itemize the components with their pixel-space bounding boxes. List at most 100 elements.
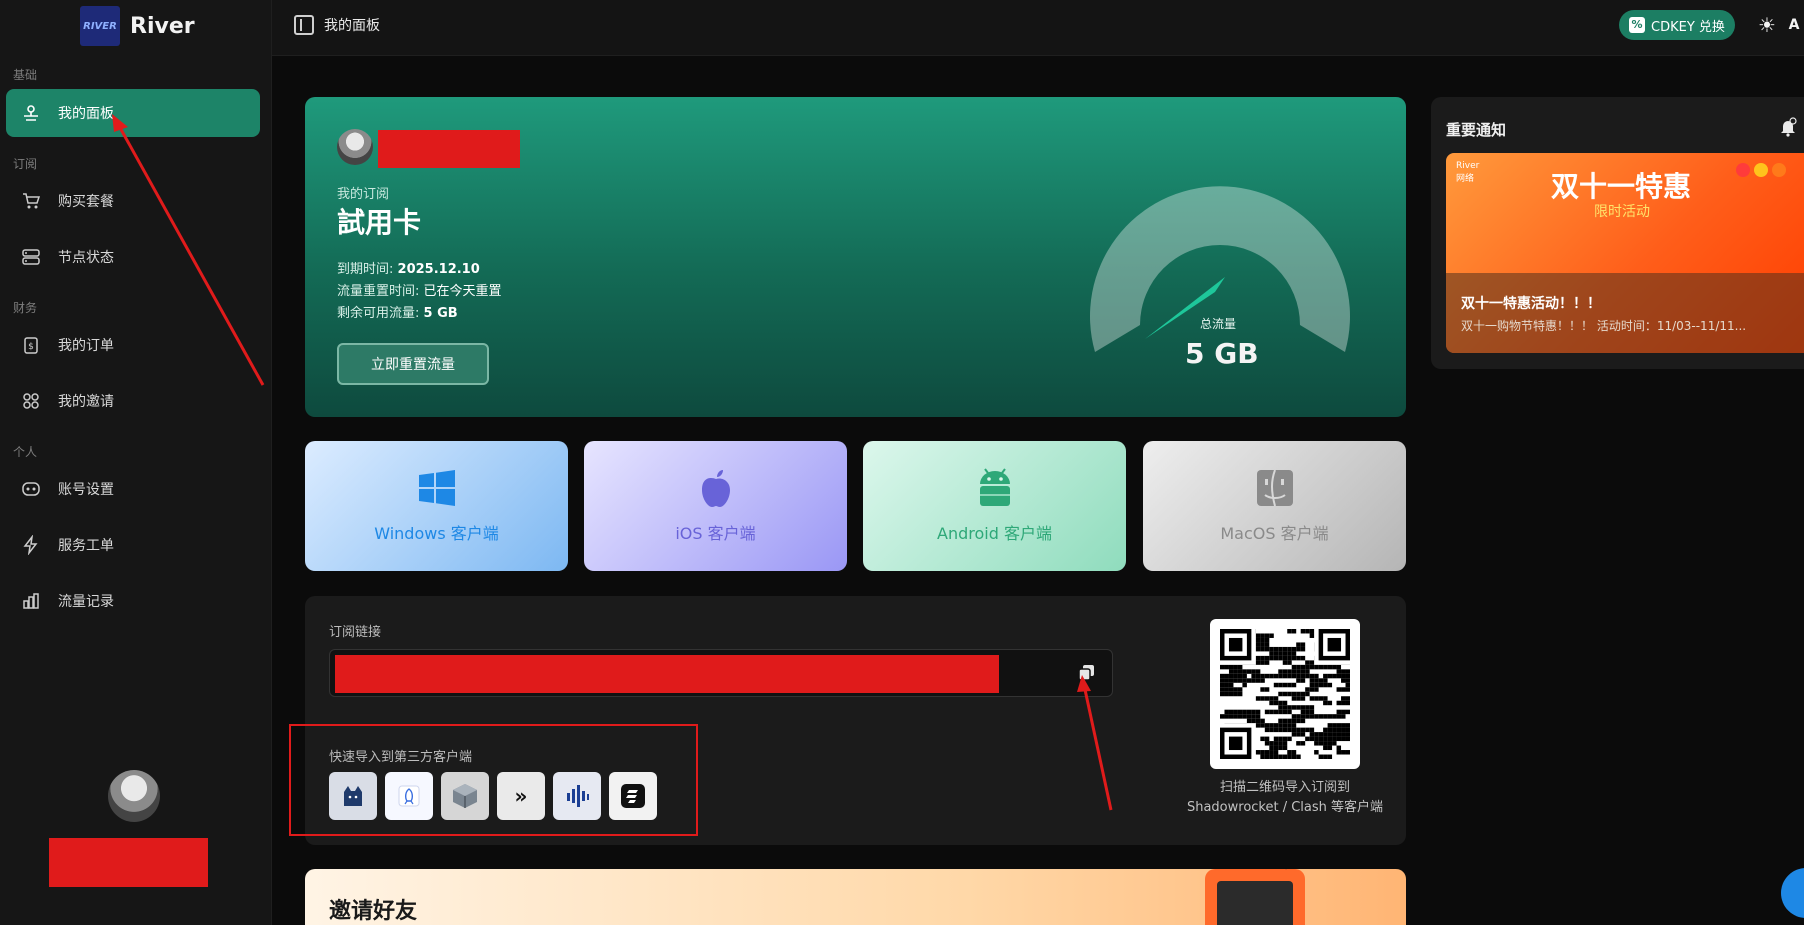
page-title: 我的面板 [324, 18, 380, 34]
sidebar-item-dashboard[interactable]: 我的面板 [6, 89, 260, 137]
account-icon [20, 478, 42, 500]
nav-group-subscription: 订阅 [13, 157, 38, 171]
client-label: iOS 客户端 [675, 524, 756, 543]
quick-import-highlight-box [289, 724, 698, 836]
dashboard-icon [20, 102, 42, 124]
sidebar-item-label: 账号设置 [58, 482, 114, 498]
sidebar-item-node-status[interactable]: 节点状态 [6, 233, 260, 281]
notice-headline: 双十一特惠活动！！！ [1461, 296, 1601, 312]
finder-icon [1255, 468, 1295, 508]
redacted-link [335, 655, 999, 693]
computer-illustration-icon [1205, 869, 1305, 925]
sidebar-item-label: 购买套餐 [58, 194, 114, 210]
server-icon [20, 246, 42, 268]
notice-title: 重要通知 [1446, 121, 1507, 139]
svg-text:$: $ [28, 342, 34, 352]
notice-panel: 重要通知 River 网络 双十一特惠 限时活动 双十一特惠活动！！！ 双十一购… [1431, 97, 1804, 369]
brand-logo: RIVER [80, 6, 120, 46]
sidebar-item-label: 服务工单 [58, 538, 114, 554]
windows-client-button[interactable]: Windows 客户端 [305, 441, 568, 571]
reset-info: 流量重置时间: 已在今天重置 [337, 280, 502, 299]
invite-icon [20, 390, 42, 412]
sidebar: RIVER River 基础 我的面板 订阅 购买套餐 节点状态 财务 $ 我的… [0, 0, 272, 925]
sidebar-item-label: 节点状态 [58, 250, 114, 266]
client-label: Android 客户端 [937, 524, 1052, 543]
nav-group-finance: 财务 [13, 301, 38, 315]
cart-icon [20, 190, 42, 212]
remain-value: 5 GB [423, 306, 458, 321]
banner-brand: River 网络 [1456, 161, 1479, 184]
traffic-gauge [1090, 186, 1350, 352]
chart-icon [20, 590, 42, 612]
sidebar-item-label: 我的面板 [58, 106, 114, 122]
order-icon: $ [20, 334, 42, 356]
reset-value: 已在今天重置 [423, 284, 502, 299]
ticket-icon: % [1629, 17, 1645, 33]
language-icon[interactable]: A [1782, 13, 1804, 37]
sidebar-item-label: 流量记录 [58, 594, 114, 610]
bell-icon[interactable] [1778, 117, 1800, 139]
copy-icon[interactable] [1078, 664, 1096, 682]
banner-brand-name: River [1456, 161, 1480, 171]
dot-icon [1772, 163, 1786, 177]
remain-info: 剩余可用流量: 5 GB [337, 302, 458, 321]
qr-caption-line1: 扫描二维码导入订阅到 [1219, 780, 1350, 795]
expire-info: 到期时间: 2025.12.10 [337, 258, 480, 277]
redacted-username [49, 838, 208, 887]
reset-traffic-button[interactable]: 立即重置流量 [337, 343, 489, 385]
brand[interactable]: RIVER River [80, 4, 195, 48]
macos-client-button[interactable]: MacOS 客户端 [1143, 441, 1406, 571]
notice-text: 双十一购物节特惠！！！ 活动时间：11/03--11/11... [1461, 319, 1747, 333]
avatar [337, 129, 373, 165]
link-label: 订阅链接 [329, 625, 382, 640]
promo-banner[interactable]: River 网络 双十一特惠 限时活动 双十一特惠活动！！！ 双十一购物节特惠！… [1446, 153, 1804, 353]
banner-main-text: 双十一特惠 [1551, 170, 1692, 203]
sidebar-item-buy-plan[interactable]: 购买套餐 [6, 177, 260, 225]
sidebar-item-account-settings[interactable]: 账号设置 [6, 465, 260, 513]
android-client-button[interactable]: Android 客户端 [863, 441, 1126, 571]
ios-client-button[interactable]: iOS 客户端 [584, 441, 847, 571]
sidebar-item-label: 我的邀请 [58, 394, 114, 410]
bolt-icon [20, 534, 42, 556]
qr-caption-line2: Shadowrocket / Clash 等客户端 [1186, 800, 1384, 815]
cdkey-label: CDKEY 兑换 [1651, 19, 1725, 35]
nav-group-basic: 基础 [13, 68, 38, 82]
expire-value: 2025.12.10 [397, 262, 480, 277]
redacted-username [378, 130, 520, 168]
plan-name: 試用卡 [337, 206, 422, 239]
windows-icon [417, 468, 457, 508]
banner-overlay: 双十一特惠活动！！！ 双十一购物节特惠！！！ 活动时间：11/03--11/11… [1446, 273, 1804, 353]
banner-dots [1736, 163, 1786, 177]
reset-label: 流量重置时间: [337, 284, 420, 299]
client-label: Windows 客户端 [374, 524, 499, 543]
banner-sub-text: 限时活动 [1594, 204, 1650, 220]
sidebar-item-tickets[interactable]: 服务工单 [6, 521, 260, 569]
brand-name: River [130, 13, 195, 39]
sidebar-item-traffic-log[interactable]: 流量记录 [6, 577, 260, 625]
sidebar-item-label: 我的订单 [58, 338, 114, 354]
subscription-qr-code [1210, 619, 1360, 769]
banner-brand-sub: 网络 [1456, 174, 1475, 184]
app-root: RIVER River 基础 我的面板 订阅 购买套餐 节点状态 财务 $ 我的… [0, 0, 1804, 925]
invite-title: 邀请好友 [329, 899, 418, 924]
expire-label: 到期时间: [337, 262, 394, 277]
apple-icon [696, 468, 736, 508]
client-label: MacOS 客户端 [1220, 524, 1329, 543]
sidebar-item-invites[interactable]: 我的邀请 [6, 377, 260, 425]
theme-toggle-icon[interactable]: ☀ [1755, 13, 1779, 37]
subscription-label: 我的订阅 [337, 187, 390, 202]
topbar: 我的面板 % CDKEY 兑换 ☀ A [272, 0, 1804, 56]
dot-icon [1736, 163, 1750, 177]
cdkey-redeem-button[interactable]: % CDKEY 兑换 [1619, 10, 1735, 40]
user-avatar[interactable] [108, 770, 160, 822]
gauge-value: 5 GB [1185, 337, 1259, 370]
gauge-label: 总流量 [1200, 317, 1237, 331]
nav-group-personal: 个人 [13, 445, 38, 459]
subscription-link-field[interactable] [329, 649, 1113, 697]
sidebar-item-orders[interactable]: $ 我的订单 [6, 321, 260, 369]
sidebar-collapse-icon[interactable] [294, 15, 314, 35]
qr-caption: 扫描二维码导入订阅到 Shadowrocket / Clash 等客户端 [1150, 778, 1420, 818]
subscription-card: 我的订阅 試用卡 到期时间: 2025.12.10 流量重置时间: 已在今天重置… [305, 97, 1406, 417]
chat-bubble-icon[interactable] [1781, 868, 1804, 918]
remain-label: 剩余可用流量: [337, 306, 420, 321]
